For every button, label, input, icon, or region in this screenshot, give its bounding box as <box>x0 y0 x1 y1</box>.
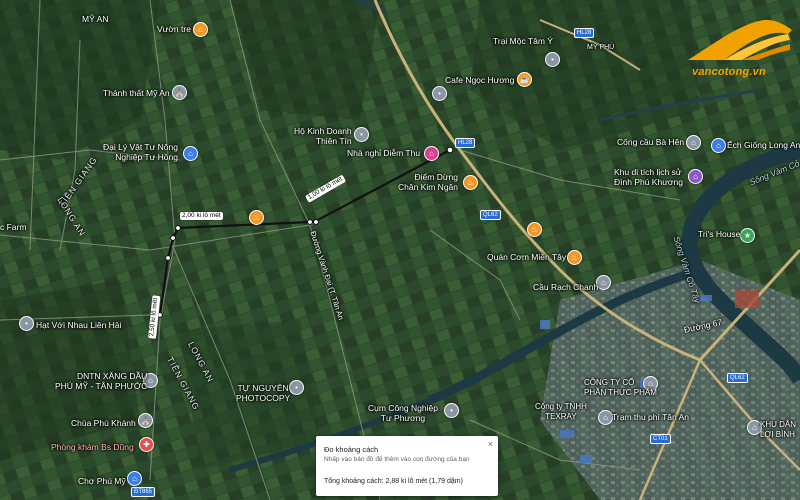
restaurant-pin-icon[interactable]: ♨ <box>463 175 478 190</box>
place-pin-icon[interactable]: ⌂ <box>598 410 613 425</box>
place-label: DNTN XĂNG DẦU PHÚ MỸ - TÂN PHƯỚC <box>55 371 148 391</box>
place-label: MỸ AN <box>82 14 109 24</box>
place-label: Đại Lý Vật Tư Nông Nghiệp Tư Hồng <box>103 142 178 162</box>
brand-logo: vancotong.vn <box>684 14 796 86</box>
distance-measure-card: Đo khoảng cách Nhấp vào bản đồ để thêm v… <box>316 436 498 496</box>
hotel-pin-icon[interactable]: ⌂ <box>424 146 439 161</box>
place-pin-icon[interactable]: • <box>354 127 369 142</box>
place-pin-icon[interactable]: • <box>432 86 447 101</box>
place-label: MỸ PHÚ <box>587 44 615 51</box>
place-label: Cống cầu Bà Hên <box>617 137 685 147</box>
clinic-pin-icon[interactable]: ✚ <box>139 437 154 452</box>
place-label: Quán Cơm Miền Tây <box>487 252 567 262</box>
place-label: Ếch Giống Long An <box>727 140 800 150</box>
landmark-pin-icon[interactable]: ⌂ <box>688 169 703 184</box>
road-shield: CT01 <box>650 434 671 444</box>
mountain-logo-icon <box>688 19 792 60</box>
place-label: Vườn tre <box>157 24 191 34</box>
place-label: Trại Mộc Tâm Ý <box>493 36 553 46</box>
place-pin-icon[interactable]: • <box>545 52 560 67</box>
card-title: Đo khoảng cách <box>324 445 379 454</box>
road-shield: HL28 <box>574 28 595 38</box>
restaurant-pin-icon[interactable]: ♨ <box>567 250 582 265</box>
place-label: Hộ Kinh Doanh Thiên Tín <box>294 126 352 146</box>
place-pin-icon[interactable]: • <box>19 316 34 331</box>
place-label: Điểm Dừng Chân Kim Ngân <box>398 172 459 192</box>
place-label: Công ty TNHH TEXRAY <box>535 402 587 421</box>
satellite-map[interactable]: vancotong.vn HL28 HL28 QL62 QL62 ĐT865 C… <box>0 0 800 500</box>
place-label: KHU DÂN LỢI BÌNH <box>760 420 797 439</box>
card-instruction: Nhấp vào bản đồ để thêm vào con đường củ… <box>324 456 470 463</box>
distance-label: 2,00 ki lô mét <box>180 212 223 220</box>
logo-text: vancotong.vn <box>692 66 766 78</box>
shop-pin-icon[interactable]: ⌂ <box>183 146 198 161</box>
place-label: TỰ NGUYÊN PHOTOCOPY <box>236 383 291 403</box>
total-distance: Tổng khoảng cách: 2,88 ki lô mét (1,79 d… <box>324 478 463 485</box>
place-label: Phòng khám Bs Dũng <box>51 442 134 452</box>
place-label: Nhà nghỉ Diễm Thu <box>347 148 421 158</box>
lodging-pin-icon[interactable]: ★ <box>740 228 755 243</box>
place-label: CÔNG TY CỔ PHẦN THỰC PHẨM <box>584 378 657 397</box>
place-label: Tri's House <box>698 229 741 239</box>
place-label: Khu di tích lịch sử Đình Phú Khương <box>614 167 683 187</box>
place-pin-icon[interactable]: ⛪ <box>138 413 153 428</box>
place-pin-icon[interactable]: ⌂ <box>686 135 701 150</box>
road-shield: HL28 <box>455 138 476 148</box>
bridge-pin-icon[interactable]: ⌂ <box>596 275 611 290</box>
market-pin-icon[interactable]: ⌂ <box>127 471 142 486</box>
place-label: Cụm Công Nghiệp Tư Phương <box>368 403 438 423</box>
road-shield: QL62 <box>727 373 748 383</box>
restaurant-pin-icon[interactable]: ♨ <box>249 210 264 225</box>
place-label: Thánh thất Mỹ An <box>103 88 170 98</box>
shop-pin-icon[interactable]: ⌂ <box>711 138 726 153</box>
place-label: Hạt Vớì Nhau Liên Hải <box>36 320 122 330</box>
place-pin-icon[interactable]: • <box>289 380 304 395</box>
place-label: c Farm <box>0 222 27 232</box>
close-icon[interactable]: × <box>488 439 493 449</box>
place-label: Trạm thu phí Tân An <box>612 412 690 422</box>
road-shield: ĐT865 <box>131 487 156 497</box>
place-pin-icon[interactable]: ⛪ <box>172 85 187 100</box>
restaurant-pin-icon[interactable]: ♨ <box>527 222 542 237</box>
place-label: Chợ Phú Mỹ <box>78 476 126 486</box>
restaurant-pin-icon[interactable]: ⌂ <box>193 22 208 37</box>
place-label: Cầu Rạch Chanh <box>533 282 599 292</box>
place-label: Cafe Ngọc Hương <box>445 75 515 85</box>
place-pin-icon[interactable]: • <box>444 403 459 418</box>
place-label: Chùa Phú Khánh <box>71 418 136 428</box>
road-shield: QL62 <box>480 210 501 220</box>
cafe-pin-icon[interactable]: ☕ <box>517 72 532 87</box>
